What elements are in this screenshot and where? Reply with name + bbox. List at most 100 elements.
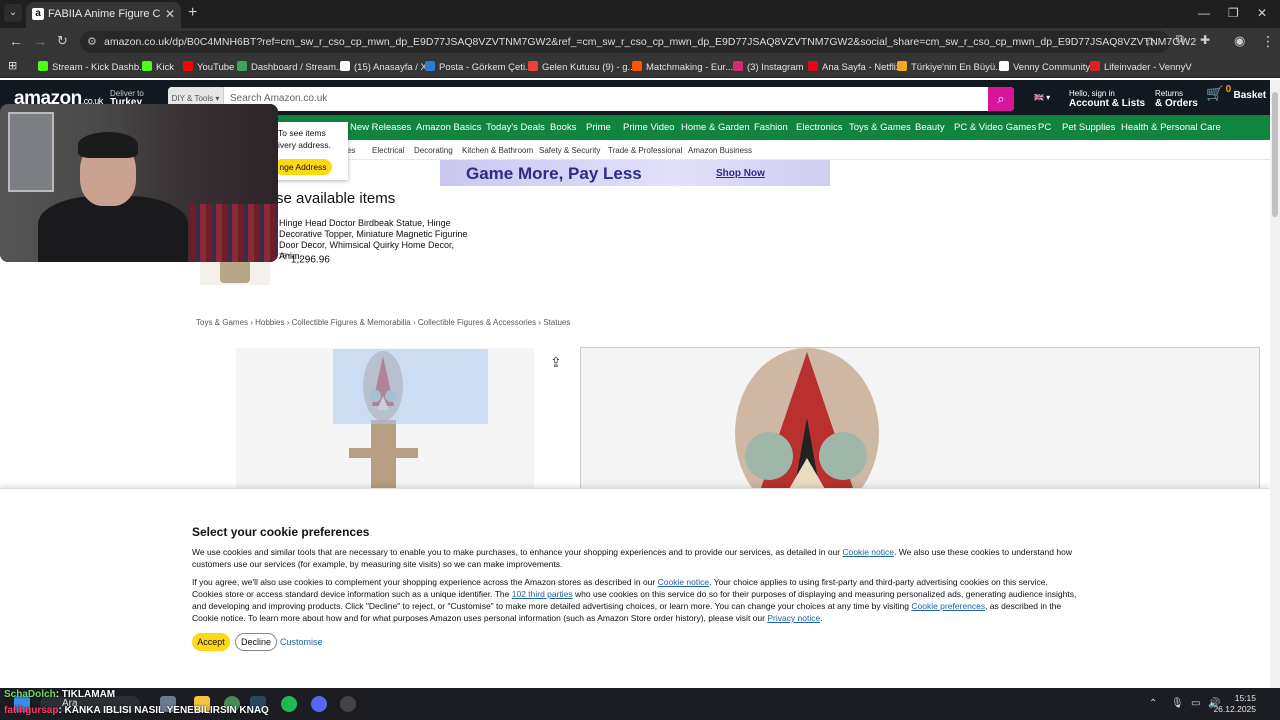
bookmark-favicon-icon bbox=[733, 61, 743, 71]
bookmark-favicon-icon bbox=[999, 61, 1009, 71]
new-tab-button[interactable]: + bbox=[188, 4, 197, 22]
webcam-shelf bbox=[8, 112, 54, 192]
accept-cookies-button[interactable]: Accept bbox=[192, 633, 230, 651]
cookie-notice-link[interactable]: Cookie notice bbox=[842, 547, 894, 557]
webcam-overlay bbox=[0, 104, 278, 262]
breadcrumb-link[interactable]: Collectible Figures & Memorabilia bbox=[292, 318, 411, 327]
nav-item[interactable]: Amazon Basics bbox=[416, 122, 481, 133]
clock-time: 15:15 bbox=[1234, 693, 1256, 703]
close-window-button[interactable]: ✕ bbox=[1257, 6, 1267, 20]
extensions-puzzle-icon[interactable]: ✚ bbox=[1200, 33, 1210, 47]
bookmark-item[interactable]: Dashboard / Stream... bbox=[237, 61, 344, 73]
bookmark-item[interactable]: YouTube bbox=[183, 61, 234, 73]
spotify-icon[interactable] bbox=[281, 696, 297, 712]
obs-icon[interactable] bbox=[340, 696, 356, 712]
back-button[interactable]: ← bbox=[9, 33, 23, 49]
nav-item[interactable]: Prime Video bbox=[623, 122, 675, 133]
webcam-chair bbox=[190, 204, 278, 262]
nav-item[interactable]: Electronics bbox=[796, 122, 842, 133]
nav-item[interactable]: Beauty bbox=[915, 122, 945, 133]
banner-shop-link[interactable]: Shop Now bbox=[716, 168, 765, 179]
nav-item[interactable]: Toys & Games bbox=[849, 122, 911, 133]
nav-item[interactable]: Pet Supplies bbox=[1062, 122, 1115, 133]
third-parties-link[interactable]: 102 third parties bbox=[512, 589, 573, 599]
apps-grid-icon[interactable]: ⊞ bbox=[8, 59, 17, 72]
bookmark-label: Stream - Kick Dashb... bbox=[52, 62, 148, 73]
subnav-item[interactable]: Safety & Security bbox=[539, 146, 600, 155]
microphone-icon[interactable]: 🎙 bbox=[1171, 698, 1184, 709]
breadcrumb-link[interactable]: Toys & Games bbox=[196, 318, 248, 327]
nav-item[interactable]: New Releases bbox=[350, 122, 411, 133]
nav-item[interactable]: Health & Personal Care bbox=[1121, 122, 1221, 133]
chat-user-1: SchaDolch bbox=[4, 689, 56, 700]
subnav-item[interactable]: Electrical bbox=[372, 146, 404, 155]
bookmark-item[interactable]: Gelen Kutusu (9) - g... bbox=[528, 61, 635, 73]
search-icon[interactable]: ⌕ bbox=[988, 87, 1014, 111]
nav-item[interactable]: Today's Deals bbox=[486, 122, 545, 133]
bookmark-item[interactable]: (15) Anasayfa / X bbox=[340, 61, 427, 73]
maximize-button[interactable]: ❐ bbox=[1228, 6, 1239, 20]
subnav-item[interactable]: Kitchen & Bathroom bbox=[462, 146, 533, 155]
address-bar[interactable]: ⚙ amazon.co.uk/dp/B0C4MNH6BT?ref=cm_sw_r… bbox=[80, 31, 1196, 53]
menu-kebab-icon[interactable]: ⋮ bbox=[1261, 33, 1275, 50]
cookie-preferences-link[interactable]: Cookie preferences bbox=[911, 601, 985, 611]
network-icon[interactable]: ▭ bbox=[1191, 698, 1200, 709]
bookmark-item[interactable]: Venny Community bbox=[999, 61, 1090, 73]
subnav-item[interactable]: Amazon Business bbox=[688, 146, 752, 155]
nav-item[interactable]: Prime bbox=[586, 122, 611, 133]
nav-item[interactable]: PC & Video Games bbox=[954, 122, 1036, 133]
bookmark-favicon-icon bbox=[237, 61, 247, 71]
profile-icon[interactable]: ◉ bbox=[1234, 33, 1245, 49]
bookmark-item[interactable]: Kick bbox=[142, 61, 174, 73]
basket[interactable]: 🛒 0 Basket bbox=[1206, 85, 1266, 101]
bookmark-item[interactable]: Stream - Kick Dashb... bbox=[38, 61, 147, 73]
promo-banner[interactable]: Game More, Pay Less Shop Now bbox=[440, 160, 830, 186]
popup-line2: ivery address. bbox=[278, 140, 331, 150]
tray-chevron-icon[interactable]: ⌃ bbox=[1149, 698, 1157, 709]
nav-item[interactable]: Books bbox=[550, 122, 576, 133]
breadcrumb-link[interactable]: Statues bbox=[543, 318, 570, 327]
scrollbar-thumb[interactable] bbox=[1272, 92, 1278, 217]
bookmark-item[interactable]: Matchmaking - Eur... bbox=[632, 61, 733, 73]
breadcrumb-link[interactable]: Collectible Figures & Accessories bbox=[418, 318, 536, 327]
bookmark-item[interactable]: Posta - Görkem Çeti... bbox=[425, 61, 533, 73]
url-text: amazon.co.uk/dp/B0C4MNH6BT?ref=cm_sw_r_c… bbox=[104, 36, 1197, 48]
decline-cookies-button[interactable]: Decline bbox=[235, 633, 277, 651]
taskbar-clock[interactable]: 15:15 26.12.2025 bbox=[1213, 693, 1256, 715]
bookmark-item[interactable]: (3) Instagram bbox=[733, 61, 804, 73]
site-info-icon[interactable]: ⚙ bbox=[87, 35, 97, 48]
search-input[interactable]: Search Amazon.co.uk bbox=[230, 93, 327, 104]
discord-icon[interactable] bbox=[311, 696, 327, 712]
reload-button[interactable]: ↻ bbox=[57, 33, 68, 49]
breadcrumb-link[interactable]: Hobbies bbox=[255, 318, 284, 327]
minimize-button[interactable]: — bbox=[1198, 6, 1210, 20]
bookmark-item[interactable]: Türkiye'nin En Büyü... bbox=[897, 61, 1003, 73]
bookmark-label: Lifeinvader - VennyV bbox=[1104, 62, 1192, 73]
share-icon[interactable]: ⇪ bbox=[550, 354, 562, 371]
account-lists[interactable]: Hello, sign in Account & Lists bbox=[1069, 89, 1145, 109]
browser-tab[interactable]: a FABIIA Anime Figure Character ✕ bbox=[26, 2, 181, 28]
tab-search-button[interactable]: ⌄ bbox=[4, 4, 22, 22]
bookmark-star-icon[interactable]: ☆ bbox=[1144, 34, 1156, 50]
customise-cookies-link[interactable]: Customise bbox=[280, 637, 323, 647]
nav-item[interactable]: Fashion bbox=[754, 122, 788, 133]
address-popup: To see items ivery address. nge Address bbox=[270, 122, 348, 180]
webcam-person-hair bbox=[78, 132, 138, 158]
subnav-item[interactable]: Decorating bbox=[414, 146, 453, 155]
bookmarks-bar: ⊞ Stream - Kick Dashb... Kick YouTube Dashb… bbox=[0, 56, 1280, 78]
nav-item[interactable]: PC bbox=[1038, 122, 1051, 133]
nav-item[interactable]: Home & Garden bbox=[681, 122, 750, 133]
bookmark-item[interactable]: Lifeinvader - VennyV bbox=[1090, 61, 1192, 73]
change-address-button[interactable]: nge Address bbox=[274, 159, 332, 175]
main-product-image[interactable] bbox=[580, 347, 1260, 518]
privacy-notice-link[interactable]: Privacy notice bbox=[767, 613, 820, 623]
cookie-notice-link-2[interactable]: Cookie notice bbox=[658, 577, 710, 587]
extension-icon[interactable]: ⧉ bbox=[1176, 33, 1184, 46]
bookmark-item[interactable]: Ana Sayfa - Netflix bbox=[808, 61, 901, 73]
close-tab-icon[interactable]: ✕ bbox=[165, 7, 175, 21]
returns-orders[interactable]: Returns & Orders bbox=[1155, 89, 1198, 109]
subnav-item[interactable]: Trade & Professional bbox=[608, 146, 682, 155]
forward-button[interactable]: → bbox=[33, 33, 47, 49]
uk-flag-icon[interactable]: 🇬🇧 ▾ bbox=[1034, 93, 1050, 103]
page-scrollbar[interactable] bbox=[1270, 80, 1280, 688]
